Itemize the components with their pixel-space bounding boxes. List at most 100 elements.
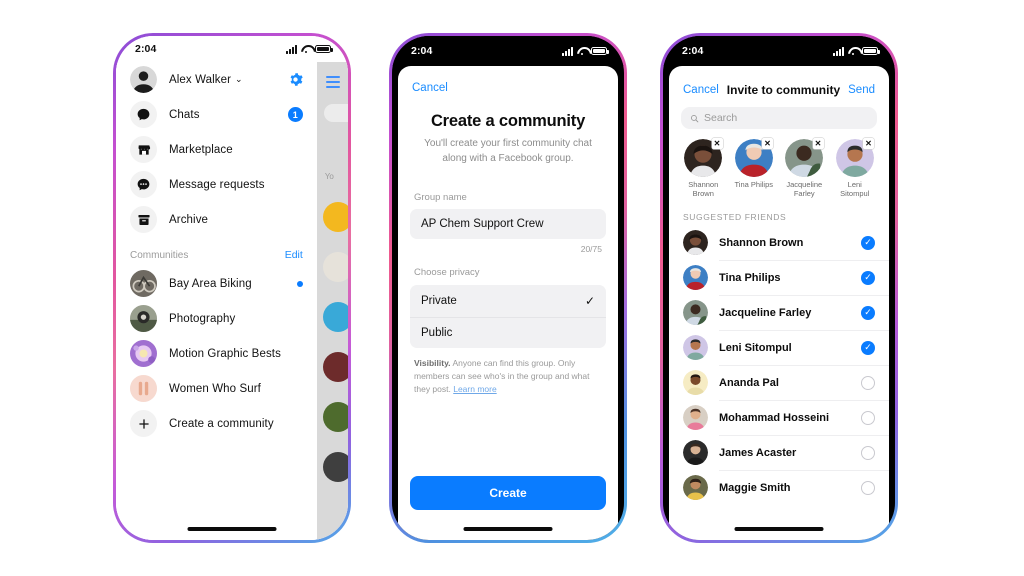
friend-row[interactable]: Shannon Brown ✓ xyxy=(669,226,889,260)
message-dots-icon xyxy=(130,171,157,198)
community-image xyxy=(130,340,157,367)
cancel-button[interactable]: Cancel xyxy=(683,84,719,96)
battery-icon xyxy=(315,44,333,54)
community-label: Bay Area Biking xyxy=(169,277,252,290)
selected-checkbox[interactable]: ✓ xyxy=(861,305,875,320)
screenshot-stage: 2:04 Alex Walker ⌄ Chats 1 Marketplace M… xyxy=(0,0,1024,576)
selected-chip[interactable]: ✕ Jacqueline Farley xyxy=(782,138,827,199)
badge-count: 1 xyxy=(287,107,303,122)
status-indicators xyxy=(286,44,333,54)
cellular-bars-icon xyxy=(833,46,844,56)
community-image xyxy=(130,305,157,332)
community-image xyxy=(130,270,157,297)
friend-row[interactable]: Tina Philips ✓ xyxy=(669,261,889,295)
menu-item-message-requests[interactable]: Message requests xyxy=(116,167,317,202)
privacy-option-private[interactable]: Private ✓ xyxy=(410,285,606,317)
invite-sheet: Cancel Invite to community Send Search ✕… xyxy=(669,71,889,540)
hamburger-icon[interactable] xyxy=(325,76,340,91)
avatar xyxy=(683,230,708,256)
status-indicators xyxy=(833,46,880,56)
drawer-menu: Alex Walker ⌄ Chats 1 Marketplace Messag… xyxy=(116,62,317,540)
selected-checkbox[interactable]: ✓ xyxy=(861,270,875,285)
create-community-sheet: Cancel Create a community You'll create … xyxy=(398,66,618,540)
invite-navbar: Cancel Invite to community Send xyxy=(669,71,889,107)
avatar xyxy=(683,300,708,326)
friend-name: Shannon Brown xyxy=(719,236,804,249)
selected-chip[interactable]: ✕ Shannon Brown xyxy=(681,138,726,199)
chevron-down-icon[interactable]: ⌄ xyxy=(235,74,243,85)
create-community-button[interactable]: Create a community xyxy=(116,406,317,441)
selected-chip[interactable]: ✕ Leni Sitompul xyxy=(833,138,878,199)
close-x-icon[interactable]: ✕ xyxy=(711,138,723,149)
friend-name: James Acaster xyxy=(719,446,797,459)
page-title: Invite to community xyxy=(726,83,841,97)
wifi-icon xyxy=(301,45,312,54)
selected-checkbox[interactable]: ✓ xyxy=(861,340,875,355)
phone-3-screen: 2:04 Cancel Invite to community Send Sea… xyxy=(663,36,895,540)
settings-button[interactable] xyxy=(288,72,303,87)
friend-row[interactable]: James Acaster xyxy=(669,436,889,470)
create-button[interactable]: Create xyxy=(410,476,606,510)
menu-item-marketplace[interactable]: Marketplace xyxy=(116,132,317,167)
wifi-icon xyxy=(848,47,859,56)
community-item-motion-graphic-bests[interactable]: Motion Graphic Bests xyxy=(116,336,317,371)
community-item-photography[interactable]: Photography xyxy=(116,301,317,336)
search-input[interactable] xyxy=(323,104,348,122)
phone-1-screen: 2:04 Alex Walker ⌄ Chats 1 Marketplace M… xyxy=(116,36,348,540)
search-input[interactable]: Search xyxy=(681,107,877,129)
avatar xyxy=(130,66,157,93)
privacy-option-public[interactable]: Public xyxy=(410,317,606,348)
chat-bubble-icon xyxy=(130,101,157,128)
friend-name: Maggie Smith xyxy=(719,481,791,494)
unselected-checkbox[interactable] xyxy=(861,445,875,460)
privacy-option-label: Private xyxy=(421,295,457,307)
chip-name: Shannon Brown xyxy=(688,180,719,199)
friend-name: Tina Philips xyxy=(719,271,781,284)
avatar xyxy=(683,405,708,431)
home-indicator xyxy=(463,526,553,531)
selected-checkbox[interactable]: ✓ xyxy=(861,235,875,250)
home-indicator xyxy=(734,526,824,531)
battery-icon xyxy=(862,46,880,56)
friend-row[interactable]: Mohammad Hosseini xyxy=(669,401,889,435)
close-x-icon[interactable]: ✕ xyxy=(812,138,824,149)
menu-item-chats[interactable]: Chats 1 xyxy=(116,97,317,132)
avatar xyxy=(683,370,708,396)
send-button[interactable]: Send xyxy=(848,84,875,96)
check-icon: ✓ xyxy=(584,294,595,308)
friend-row[interactable]: Maggie Smith xyxy=(669,471,889,505)
group-name-input[interactable]: AP Chem Support Crew xyxy=(410,209,606,239)
cancel-button[interactable]: Cancel xyxy=(412,82,448,94)
unselected-checkbox[interactable] xyxy=(861,410,875,425)
menu-item-archive[interactable]: Archive xyxy=(116,202,317,237)
check-glyph: ✓ xyxy=(864,272,872,283)
menu-item-label: Marketplace xyxy=(169,143,233,156)
search-icon xyxy=(691,114,699,122)
selected-chip[interactable]: ✕ Tina Philips xyxy=(732,138,777,199)
unselected-checkbox[interactable] xyxy=(861,375,875,390)
close-x-icon[interactable]: ✕ xyxy=(863,138,874,149)
avatar xyxy=(683,335,708,361)
storefront-icon xyxy=(130,136,157,163)
unselected-checkbox[interactable] xyxy=(861,480,875,495)
friend-row[interactable]: Ananda Pal xyxy=(669,366,889,400)
community-item-bay-area-biking[interactable]: Bay Area Biking xyxy=(116,266,317,301)
archive-box-icon xyxy=(130,206,157,233)
community-item-women-who-surf[interactable]: Women Who Surf xyxy=(116,371,317,406)
peek-chats-panel[interactable]: Yo xyxy=(316,62,348,540)
edit-button[interactable]: Edit xyxy=(285,249,303,261)
friend-row[interactable]: Jacqueline Farley ✓ xyxy=(669,296,889,330)
avatar xyxy=(683,475,708,501)
learn-more-link[interactable]: Learn more xyxy=(453,384,496,394)
friend-row[interactable]: Leni Sitompul ✓ xyxy=(669,331,889,365)
create-community-body: Cancel Create a community You'll create … xyxy=(398,66,618,540)
group-name-label: Group name xyxy=(414,192,467,203)
cellular-bars-icon xyxy=(286,44,297,54)
menu-item-label: Message requests xyxy=(169,178,265,191)
profile-row[interactable]: Alex Walker ⌄ xyxy=(116,62,317,97)
close-x-icon[interactable]: ✕ xyxy=(762,138,773,149)
friend-name: Jacqueline Farley xyxy=(719,306,812,319)
chip-name: Jacqueline Farley xyxy=(786,180,823,199)
check-glyph: ✓ xyxy=(864,237,872,248)
avatar xyxy=(683,440,708,466)
